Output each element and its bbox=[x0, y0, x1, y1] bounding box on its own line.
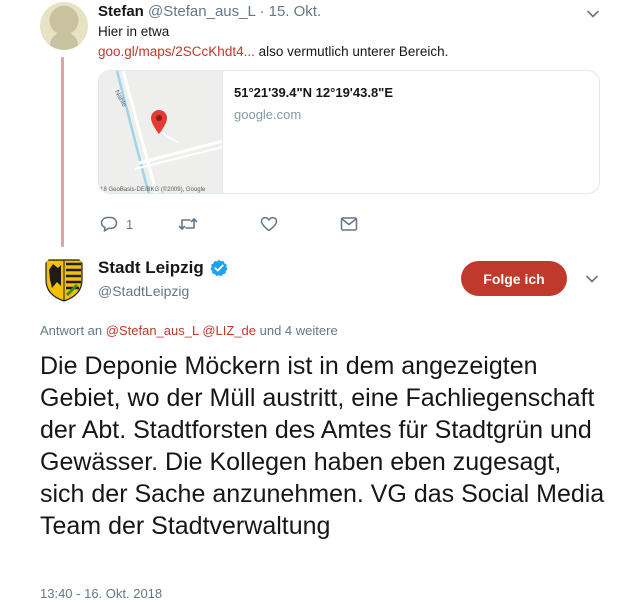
mention-stefan[interactable]: @Stefan_aus_L bbox=[106, 323, 199, 338]
reply-suffix[interactable]: und 4 weitere bbox=[256, 323, 338, 338]
link-preview-card[interactable]: Nahle '18 GeoBasis-DE/BKG (©2009), Googl… bbox=[98, 70, 600, 194]
retweet-icon bbox=[178, 218, 198, 230]
display-name[interactable]: Stadt Leipzig bbox=[98, 258, 204, 278]
chevron-down-icon[interactable] bbox=[585, 272, 599, 286]
like-action[interactable] bbox=[260, 216, 286, 232]
leipzig-coat-of-arms-logo bbox=[40, 254, 88, 302]
user-handle-stadt-leipzig[interactable]: @StadtLeipzig bbox=[98, 283, 189, 299]
card-title: 51°21'39.4"N 12°19'43.8"E bbox=[234, 85, 394, 100]
avatar-stefan[interactable] bbox=[40, 2, 88, 50]
heart-icon bbox=[260, 216, 278, 232]
map-pin-icon bbox=[151, 110, 167, 134]
avatar-stadt-leipzig[interactable] bbox=[40, 254, 88, 302]
reply-action[interactable]: 1 bbox=[100, 216, 133, 232]
direct-message-action[interactable] bbox=[340, 216, 358, 232]
tweet-header-stefan: Stefan @Stefan_aus_L · 15. Okt. bbox=[98, 3, 321, 20]
map-copyright: '18 GeoBasis-DE/BKG (©2009), Google bbox=[99, 187, 206, 193]
reply-count: 1 bbox=[126, 216, 134, 232]
comment-bubble-icon bbox=[100, 216, 118, 232]
chevron-down-icon[interactable] bbox=[586, 7, 600, 21]
card-domain: google.com bbox=[234, 107, 302, 122]
tweet-timestamp[interactable]: 13:40 - 16. Okt. 2018 bbox=[40, 586, 162, 601]
mention-liz[interactable]: @LIZ_de bbox=[202, 323, 256, 338]
thread-connector-line bbox=[61, 57, 64, 247]
reply-prefix: Antwort an bbox=[40, 323, 106, 338]
map-thumbnail: Nahle '18 GeoBasis-DE/BKG (©2009), Googl… bbox=[99, 71, 223, 193]
retweet-action[interactable] bbox=[178, 216, 206, 232]
replying-to: Antwort an @Stefan_aus_L @LIZ_de und 4 w… bbox=[40, 323, 338, 338]
tweet-text-rest: also vermutlich unterer Bereich. bbox=[254, 44, 449, 59]
maps-link[interactable]: goo.gl/maps/2SCcKhdt4... bbox=[98, 44, 255, 59]
user-name-stefan[interactable]: Stefan bbox=[98, 3, 144, 20]
tweet-text-line1: Hier in etwa bbox=[98, 24, 170, 39]
header-separator: · bbox=[259, 3, 265, 20]
user-name-stadt-leipzig[interactable]: Stadt Leipzig bbox=[98, 258, 228, 278]
user-handle-stefan[interactable]: @Stefan_aus_L bbox=[148, 3, 255, 20]
follow-button[interactable]: Folge ich bbox=[461, 261, 567, 296]
envelope-icon bbox=[340, 217, 358, 231]
tweet-date[interactable]: 15. Okt. bbox=[269, 3, 322, 20]
tweet-text: Die Deponie Möckern ist in dem angezeigt… bbox=[40, 352, 605, 540]
tweet-text-line2: goo.gl/maps/2SCcKhdt4... also vermutlich… bbox=[98, 44, 448, 59]
verified-badge-icon bbox=[210, 259, 228, 276]
